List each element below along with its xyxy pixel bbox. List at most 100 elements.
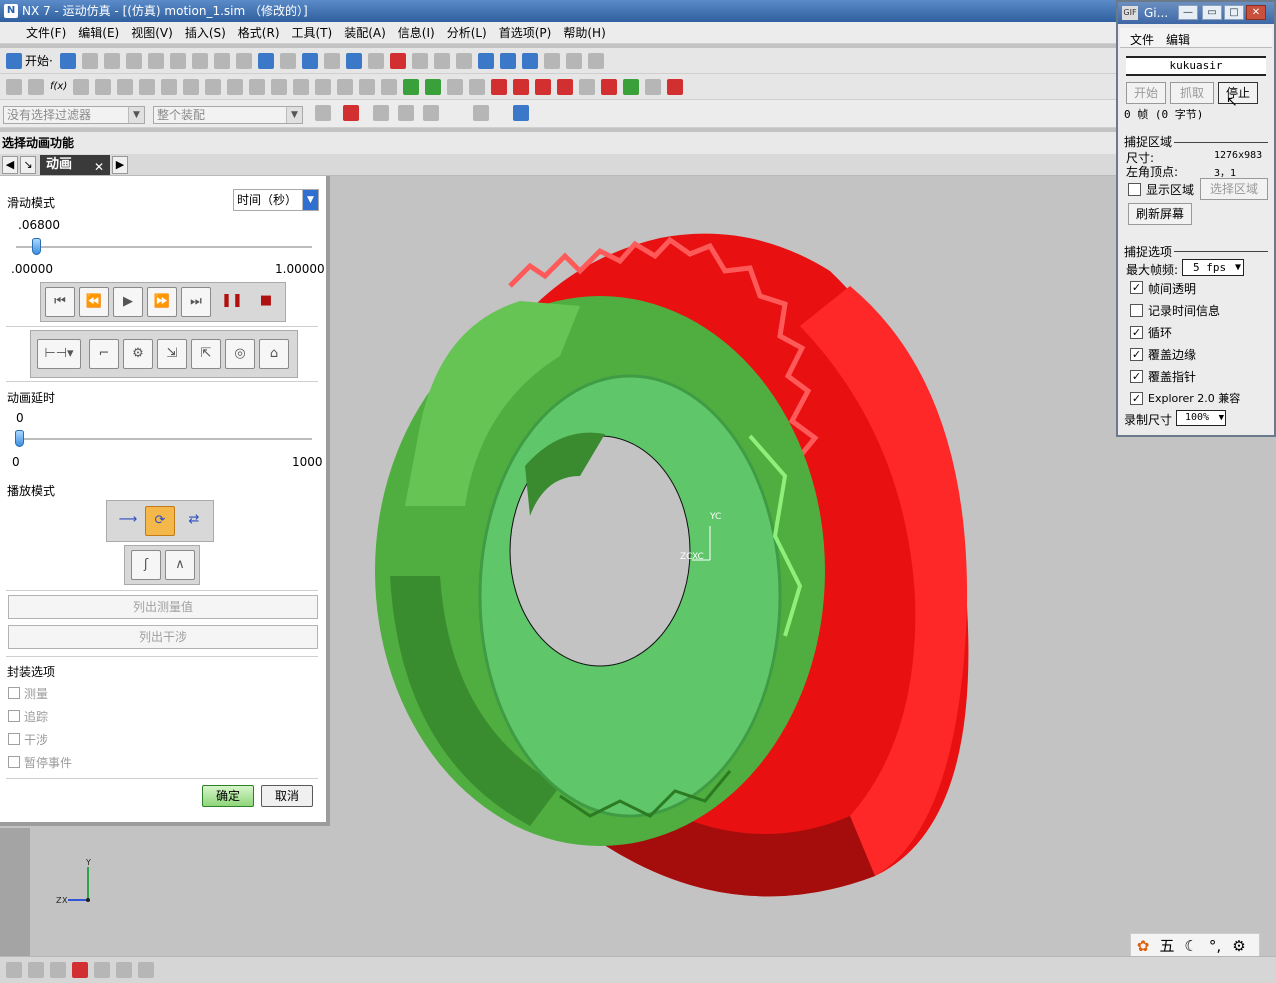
undo-icon[interactable]	[169, 53, 186, 69]
fast-forward-icon[interactable]	[557, 79, 574, 95]
fit-icon[interactable]	[257, 53, 274, 69]
chevron-down-icon[interactable]: ▼	[302, 190, 318, 210]
trace-tool-button[interactable]: ⌐	[89, 339, 119, 369]
settings-icon[interactable]: ⚙	[1227, 934, 1251, 958]
zoom-icon[interactable]	[279, 53, 296, 69]
status-list-icon[interactable]	[116, 962, 132, 978]
layer-icon[interactable]	[213, 53, 230, 69]
start-button[interactable]: 开始·	[25, 48, 53, 74]
first-frame-button[interactable]: ⏮	[45, 287, 75, 317]
gif-timeinfo-checkbox[interactable]	[1130, 304, 1143, 317]
bushing-icon[interactable]	[117, 79, 134, 95]
envelope-tool-button[interactable]: ⇱	[191, 339, 221, 369]
next-frame-icon[interactable]	[535, 79, 552, 95]
select-edge-icon[interactable]	[423, 105, 439, 121]
gif-fps-select[interactable]: 5 fps ▼	[1182, 259, 1244, 276]
gif-rec-size-select[interactable]: 100% ▼	[1176, 410, 1226, 426]
contact-icon[interactable]	[139, 79, 156, 95]
paste-icon[interactable]	[125, 53, 142, 69]
status-wrench-icon[interactable]	[28, 962, 44, 978]
gif-explorer-checkbox[interactable]: ✓	[1130, 392, 1143, 405]
filter-icon[interactable]	[565, 53, 582, 69]
background-icon[interactable]	[433, 53, 450, 69]
gear-icon[interactable]	[249, 79, 266, 95]
play-icon[interactable]	[513, 79, 530, 95]
damper-icon[interactable]	[95, 79, 112, 95]
snapshot-tool-button[interactable]: ◎	[225, 339, 255, 369]
minimize-icon[interactable]: —	[1178, 5, 1198, 20]
cancel-button[interactable]: 取消	[261, 785, 313, 807]
step-back-icon[interactable]	[403, 79, 420, 95]
select-face-icon[interactable]	[373, 105, 389, 121]
cable-icon[interactable]	[271, 79, 288, 95]
shaded-icon[interactable]	[345, 53, 362, 69]
measure-checkbox[interactable]	[8, 687, 20, 699]
pause-icon[interactable]	[579, 79, 596, 95]
tab-next-button[interactable]: ▶	[112, 156, 128, 174]
sensor-icon[interactable]	[227, 79, 244, 95]
stop-icon[interactable]	[601, 79, 618, 95]
rewind-icon[interactable]	[491, 79, 508, 95]
joint-icon[interactable]	[28, 79, 44, 95]
menu-format[interactable]: 格式(R)	[232, 22, 286, 44]
graph-icon[interactable]	[359, 79, 376, 95]
format-icon[interactable]	[191, 53, 208, 69]
time-slider-track[interactable]	[16, 246, 312, 248]
close-icon[interactable]: ✕	[94, 157, 104, 177]
gif-refresh-button[interactable]: 刷新屏幕	[1128, 203, 1192, 225]
start-icon[interactable]	[6, 53, 22, 69]
record-icon[interactable]	[667, 79, 684, 95]
play-once-button[interactable]: ⟶	[113, 506, 143, 536]
status-tool-icon[interactable]	[6, 962, 22, 978]
step-forward-icon[interactable]	[425, 79, 442, 95]
gif-cover-cursor-checkbox[interactable]: ✓	[1130, 370, 1143, 383]
loop-icon[interactable]	[447, 79, 464, 95]
interference-tool-button[interactable]: ⚙	[123, 339, 153, 369]
export-icon[interactable]	[645, 79, 662, 95]
box-select-icon[interactable]	[473, 105, 489, 121]
select-icon[interactable]	[543, 53, 560, 69]
graphics-viewport[interactable]: YC ZC XC	[330, 176, 1116, 956]
gif-menu-file[interactable]: 文件	[1130, 31, 1154, 48]
delete-icon[interactable]	[147, 53, 164, 69]
close-icon[interactable]: ✕	[1246, 5, 1266, 20]
menu-assembly[interactable]: 装配(A)	[338, 22, 392, 44]
ping-pong-button[interactable]: ⇄	[179, 506, 209, 536]
maximize-icon[interactable]: □	[1224, 5, 1244, 20]
play-button[interactable]: ▶	[113, 287, 143, 317]
csys-icon[interactable]	[499, 53, 516, 69]
edge-icon[interactable]	[455, 53, 472, 69]
pause-event-checkbox[interactable]	[8, 756, 20, 768]
trace-end-button[interactable]: ∧	[165, 550, 195, 580]
gif-loop-checkbox[interactable]: ✓	[1130, 326, 1143, 339]
gif-select-area-button[interactable]: 选择区域	[1200, 178, 1268, 200]
tab-pin-button[interactable]: ↘	[20, 156, 36, 174]
snap-point-icon[interactable]	[343, 105, 359, 121]
time-slider-thumb[interactable]	[31, 238, 41, 255]
gif-transparent-checkbox[interactable]: ✓	[1130, 281, 1143, 294]
cube-icon[interactable]	[513, 105, 529, 121]
step-forward-button[interactable]: ⏩	[147, 287, 177, 317]
gif-menu-edit[interactable]: 编辑	[1166, 31, 1190, 48]
menu-analysis[interactable]: 分析(L)	[441, 22, 493, 44]
menu-view[interactable]: 视图(V)	[125, 22, 179, 44]
save-icon[interactable]	[59, 53, 76, 69]
gif-capture-button[interactable]: 抓取	[1170, 82, 1214, 104]
interference-checkbox[interactable]	[8, 733, 20, 745]
wireframe-icon[interactable]	[411, 53, 428, 69]
status-constraint-icon[interactable]	[72, 962, 88, 978]
copy-icon[interactable]	[103, 53, 120, 69]
cut-icon[interactable]	[81, 53, 98, 69]
solution-icon[interactable]	[315, 79, 332, 95]
filter-settings-icon[interactable]	[315, 105, 331, 121]
link-icon[interactable]	[6, 79, 22, 95]
torque-icon[interactable]	[183, 79, 200, 95]
pan-icon[interactable]	[323, 53, 340, 69]
list-measurements-button[interactable]: 列出测量值	[8, 595, 318, 619]
orient-icon[interactable]	[477, 53, 494, 69]
first-frame-icon[interactable]	[469, 79, 486, 95]
menu-info[interactable]: 信息(I)	[392, 22, 441, 44]
tab-prev-button[interactable]: ◀	[2, 156, 18, 174]
loop-button[interactable]: ⟳	[145, 506, 175, 536]
gif-start-button[interactable]: 开始	[1126, 82, 1166, 104]
